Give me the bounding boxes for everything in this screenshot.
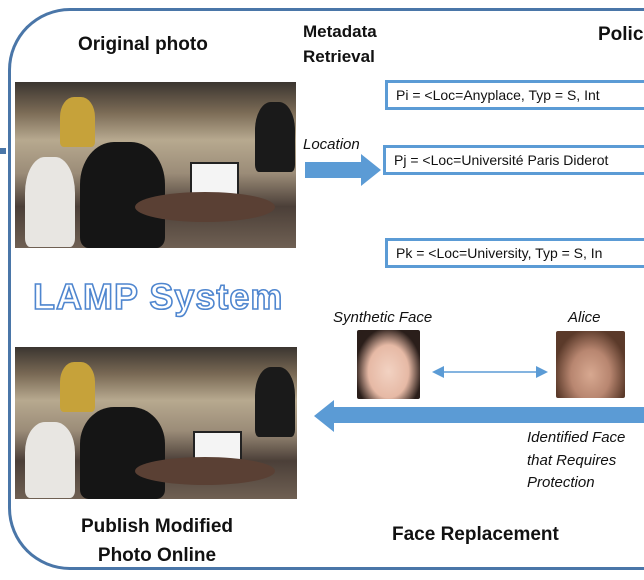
identified-line3: Protection — [527, 474, 595, 491]
identified-line1: Identified Face — [527, 429, 626, 446]
publish-label-line1: Publish Modified — [81, 516, 233, 537]
publish-label-line2: Photo Online — [97, 545, 217, 566]
published-photo — [15, 347, 297, 499]
metadata-line1: Metadata — [303, 22, 377, 41]
publish-label: Publish Modified Photo Online — [40, 512, 274, 570]
identified-line2: that Requires — [527, 451, 617, 469]
metadata-retrieval-label: Metadata Retrieval — [303, 19, 377, 69]
location-label: Location — [303, 136, 360, 153]
original-photo-label: Original photo — [78, 34, 208, 55]
synthetic-face-label: Synthetic Face — [333, 309, 433, 326]
identified-face-label: Identified Face that Requires Protection — [527, 427, 625, 495]
metadata-line2: Retrieval — [303, 47, 375, 66]
alice-label: Alice — [568, 309, 601, 326]
location-arrow-icon — [305, 154, 381, 186]
policy-item-k: Pk = <Loc=University, Typ = S, In — [385, 238, 644, 268]
policy-item-j: Pj = <Loc=Université Paris Diderot — [383, 145, 644, 175]
original-photo — [15, 82, 296, 248]
swap-double-arrow-icon — [432, 366, 548, 378]
incoming-arrow-tip — [0, 148, 6, 154]
synthetic-face-image — [357, 330, 420, 399]
lamp-system-title: LAMP System — [32, 275, 284, 318]
policy-heading: Polic — [598, 24, 644, 45]
policy-item-i: Pi = <Loc=Anyplace, Typ = S, Int — [385, 80, 644, 110]
alice-face-image — [556, 331, 625, 398]
face-replacement-label: Face Replacement — [392, 524, 559, 545]
